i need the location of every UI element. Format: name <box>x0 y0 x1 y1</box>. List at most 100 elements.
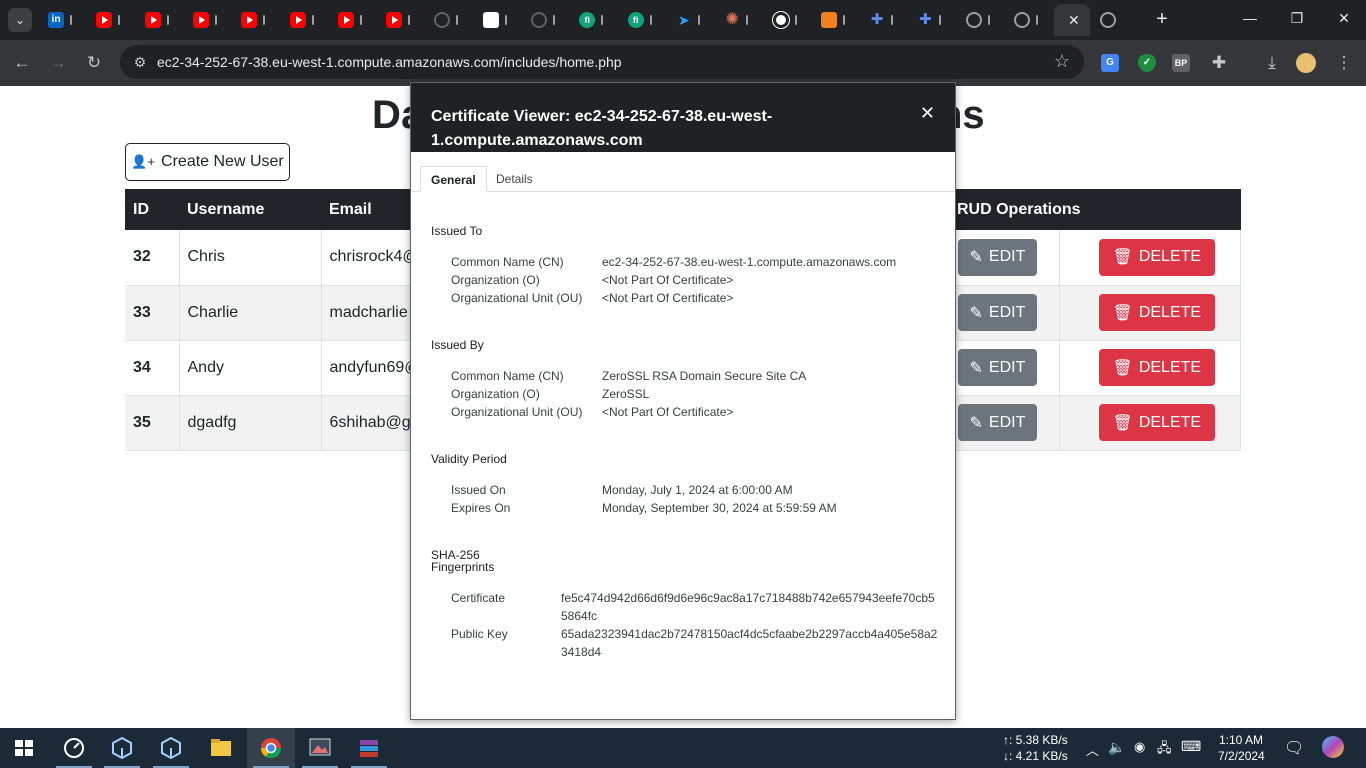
browser-tab[interactable] <box>332 8 376 32</box>
browser-tab[interactable] <box>380 8 424 32</box>
copilot-icon[interactable] <box>1322 736 1344 758</box>
browser-tab[interactable]: ✚ <box>863 8 907 32</box>
chrome-menu-icon[interactable]: ⋮ <box>1332 52 1356 74</box>
browser-tab[interactable]: fi <box>573 8 617 32</box>
col-id: ID <box>125 189 179 230</box>
chrome-icon[interactable] <box>259 736 283 760</box>
tab-title-fragment <box>746 15 749 25</box>
browser-tab[interactable] <box>1008 8 1052 32</box>
close-tab-icon[interactable]: ✕ <box>1068 12 1080 29</box>
browser-tab[interactable] <box>525 8 569 32</box>
issued-to-cn-value: ec2-34-252-67-38.eu-west-1.compute.amazo… <box>602 255 897 269</box>
browser-tab[interactable] <box>477 8 521 32</box>
translate-extension-icon[interactable]: G <box>1101 54 1119 72</box>
browser-tab[interactable] <box>235 8 279 32</box>
create-new-user-button[interactable]: 👤+ Create New User <box>125 143 290 181</box>
browser-toolbar: ← → ↻ ⚙ ec2-34-252-67-38.eu-west-1.compu… <box>0 40 1366 86</box>
edit-button[interactable]: ✎ EDIT <box>957 404 1038 441</box>
forward-button[interactable]: → <box>46 52 70 74</box>
tab-title-fragment <box>214 15 217 25</box>
network-icon[interactable]: 🖧 <box>1157 739 1172 761</box>
orange-app-icon <box>820 12 837 28</box>
delete-button[interactable]: 🗑 DELETE <box>1098 349 1216 386</box>
pencil-icon: ✎ <box>969 359 983 377</box>
browser-tab[interactable]: fi <box>622 8 666 32</box>
minimize-button[interactable]: — <box>1240 10 1260 26</box>
cell-delete: 🗑 DELETE <box>1059 230 1241 286</box>
close-dialog-icon[interactable]: ✕ <box>920 103 935 124</box>
extensions-puzzle-icon[interactable]: ✚ <box>1207 52 1231 74</box>
window-close-button[interactable]: ✕ <box>1334 10 1354 27</box>
windows-start-icon[interactable] <box>12 736 36 760</box>
fi-icon: fi <box>627 12 644 28</box>
browser-tab[interactable]: ➤ <box>670 8 714 32</box>
url-text[interactable]: ec2-34-252-67-38.eu-west-1.compute.amazo… <box>157 54 622 70</box>
browser-tab[interactable] <box>187 8 231 32</box>
reload-button[interactable]: ↻ <box>82 52 106 74</box>
tab-general[interactable]: General <box>420 166 487 192</box>
restore-button[interactable]: ❐ <box>1287 10 1307 27</box>
browser-tab-strip: ⌄ in fi fi ➤ ✺ ✚ ✚ ✕ + — ❐ ✕ <box>0 0 1366 40</box>
profile-avatar[interactable] <box>1296 53 1316 73</box>
fingerprints-heading-line2: Fingerprints <box>431 560 495 574</box>
clock-date[interactable]: 7/2/2024 <box>1218 749 1265 763</box>
browser-tab[interactable] <box>428 8 472 32</box>
browser-tab[interactable] <box>90 8 134 32</box>
volume-icon[interactable]: 🔈 <box>1108 739 1125 756</box>
trash-icon: 🗑 <box>1112 304 1133 322</box>
site-info-icon[interactable]: ⚙ <box>130 52 150 72</box>
virtualbox-icon[interactable] <box>159 736 183 760</box>
trash-icon: 🗑 <box>1112 359 1133 377</box>
delete-button[interactable]: 🗑 DELETE <box>1098 404 1216 441</box>
tab-details[interactable]: Details <box>486 166 543 192</box>
winrar-icon[interactable] <box>357 736 381 760</box>
browser-tab[interactable]: ✚ <box>911 8 955 32</box>
chatgpt-icon <box>772 12 789 28</box>
address-bar[interactable]: ⚙ ec2-34-252-67-38.eu-west-1.compute.ama… <box>120 45 1084 79</box>
dial-app-icon[interactable] <box>62 736 86 760</box>
virtualbox-icon[interactable] <box>110 736 134 760</box>
tab-title-fragment <box>697 15 700 25</box>
pencil-icon: ✎ <box>969 249 983 267</box>
file-explorer-icon[interactable] <box>209 736 233 760</box>
trash-icon: 🗑 <box>1112 249 1133 267</box>
edit-button[interactable]: ✎ EDIT <box>957 349 1038 386</box>
browser-tab[interactable] <box>139 8 183 32</box>
key-fingerprint-value: 65ada2323941dac2b72478150acf4dc5cfaabe2b… <box>561 627 938 659</box>
download-icon[interactable]: ⤓ <box>1260 52 1284 74</box>
edit-button[interactable]: ✎ EDIT <box>957 238 1038 276</box>
bookmark-star-icon[interactable]: ☆ <box>1054 51 1070 72</box>
tab-search-button[interactable]: ⌄ <box>8 8 32 32</box>
browser-tab[interactable] <box>284 8 328 32</box>
delete-button[interactable]: 🗑 DELETE <box>1098 294 1216 331</box>
shield-extension-icon[interactable]: ✓ <box>1138 54 1156 72</box>
tab-globe[interactable] <box>1094 8 1138 32</box>
browser-tab[interactable] <box>815 8 859 32</box>
issued-on-label: Issued On <box>451 483 506 497</box>
notifications-icon[interactable]: 🗨 <box>1284 738 1304 758</box>
tab-title-fragment <box>649 15 652 25</box>
browser-tab[interactable] <box>960 8 1004 32</box>
cell-id: 32 <box>125 230 180 286</box>
cell-id: 35 <box>125 395 180 451</box>
browser-tab[interactable] <box>767 8 811 32</box>
meet-icon[interactable]: ◉ <box>1134 739 1145 755</box>
active-tab[interactable]: ✕ <box>1054 4 1090 36</box>
new-tab-button[interactable]: + <box>1150 8 1174 32</box>
tray-chevron-icon[interactable]: ︿ <box>1086 740 1099 759</box>
youtube-icon <box>96 12 113 28</box>
browser-tab[interactable]: ✺ <box>718 8 762 32</box>
add-user-icon: 👤+ <box>131 154 156 169</box>
keyboard-icon[interactable]: ⌨ <box>1181 738 1201 755</box>
snipping-tool-icon[interactable] <box>308 736 332 760</box>
edit-button[interactable]: ✎ EDIT <box>957 294 1038 331</box>
delete-button[interactable]: 🗑 DELETE <box>1098 238 1216 276</box>
back-button[interactable]: ← <box>10 52 34 74</box>
issued-by-ou-label: Organizational Unit (OU) <box>451 405 583 419</box>
edit-label: EDIT <box>988 303 1026 321</box>
tab-title-fragment <box>842 15 845 25</box>
browser-tab[interactable]: in <box>42 8 86 32</box>
bp-extension-icon[interactable]: BP <box>1172 54 1190 72</box>
clock-time[interactable]: 1:10 AM <box>1219 733 1263 747</box>
issued-by-o-value: ZeroSSL <box>602 387 650 401</box>
